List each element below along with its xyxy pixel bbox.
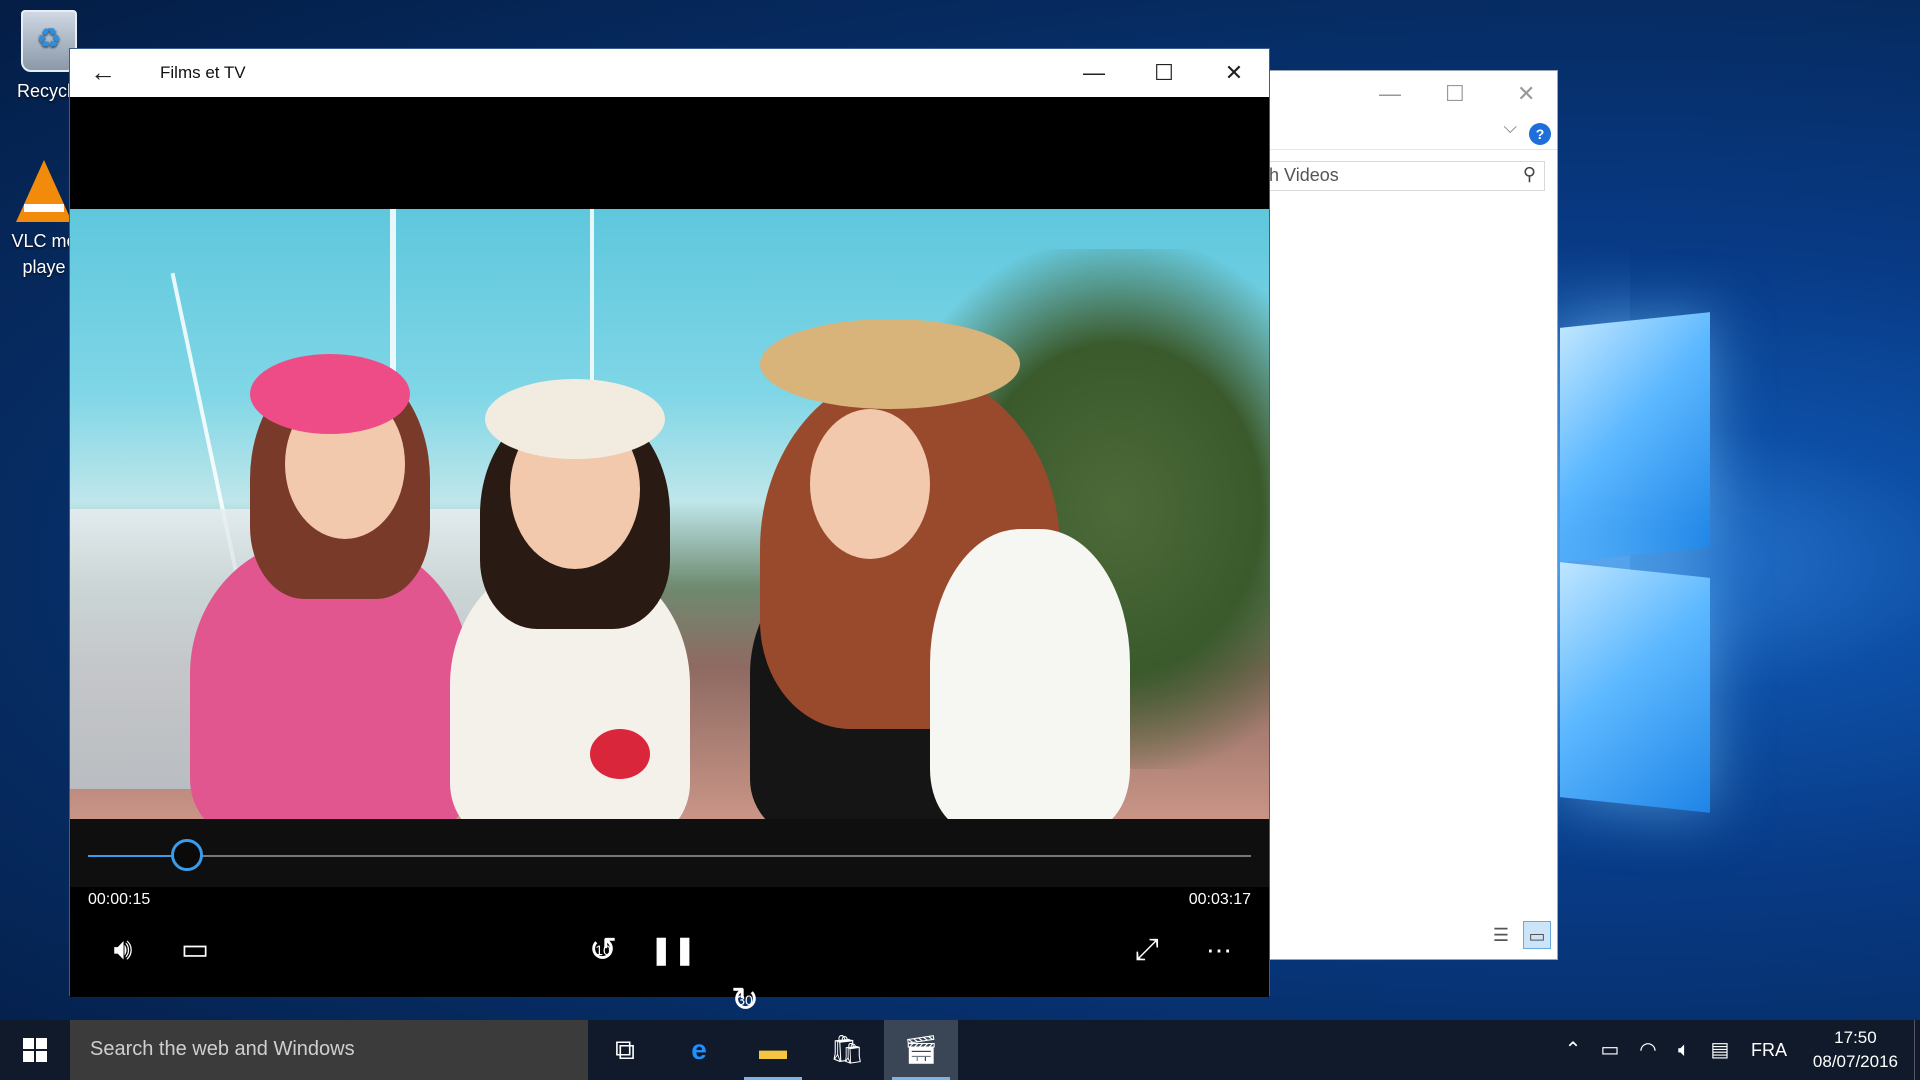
skip-back-10-icon[interactable]: ↺ 10 xyxy=(578,925,628,975)
volume-icon[interactable]: 🔊︎ xyxy=(98,925,148,975)
language-indicator[interactable]: FRA xyxy=(1744,1020,1794,1080)
volume-tray-icon[interactable]: 🔈︎ xyxy=(1666,1020,1702,1080)
clock-time: 17:50 xyxy=(1834,1028,1877,1047)
title-bar[interactable]: ← Films et TV — ☐ ✕ xyxy=(70,49,1269,97)
skip-forward-seconds: 30 xyxy=(737,992,753,1008)
explorer-maximize-button[interactable]: ☐ xyxy=(1445,81,1465,107)
taskbar: Search the web and Windows ⧉ e ▬ 🛍︎ 🎬︎ ⌃… xyxy=(0,1020,1920,1080)
skip-back-seconds: 10 xyxy=(595,942,611,958)
task-view-icon[interactable]: ⧉ xyxy=(588,1020,662,1080)
windows-logo-wallpaper xyxy=(1560,312,1920,813)
explorer-close-button[interactable]: ✕ xyxy=(1517,81,1535,107)
films-tv-window[interactable]: ← Films et TV — ☐ ✕ 00:00:15 00:03:17 🔊︎… xyxy=(69,48,1270,1019)
chevron-down-icon[interactable]: ⌵ xyxy=(1503,117,1517,138)
more-options-icon[interactable]: ⋯ xyxy=(1194,925,1244,975)
total-time: 00:03:17 xyxy=(1188,891,1251,908)
file-explorer-icon[interactable]: ▬ xyxy=(736,1020,810,1080)
explorer-minimize-button[interactable]: — xyxy=(1379,81,1401,107)
divider xyxy=(1229,149,1557,150)
wifi-icon[interactable]: ◠ xyxy=(1630,1020,1666,1080)
store-icon[interactable]: 🛍︎ xyxy=(810,1020,884,1080)
current-time: 00:00:15 xyxy=(88,891,151,908)
minimize-button[interactable]: — xyxy=(1059,49,1129,97)
back-arrow-icon[interactable]: ← xyxy=(90,57,116,88)
details-view-icon[interactable]: ☰ xyxy=(1487,921,1515,949)
films-tv-taskbar-icon[interactable]: 🎬︎ xyxy=(884,1020,958,1080)
start-button[interactable] xyxy=(0,1020,70,1080)
help-icon[interactable]: ? xyxy=(1529,123,1551,145)
subtitles-icon[interactable]: ▭ xyxy=(170,925,220,975)
explorer-search-input[interactable]: arch Videos ⚲ xyxy=(1229,161,1545,191)
edge-icon[interactable]: e xyxy=(662,1020,736,1080)
large-icons-view-icon[interactable]: ▭ xyxy=(1523,921,1551,949)
action-center-icon[interactable]: ▤ xyxy=(1702,1020,1738,1080)
person-white-dress xyxy=(930,529,1130,819)
playback-controls: 00:00:15 00:03:17 🔊︎ ▭ ↺ 10 ❚❚ ↻ 30 ⤢ ⋯ xyxy=(70,819,1269,1019)
clock[interactable]: 17:50 08/07/2016 xyxy=(1813,1026,1898,1074)
search-icon: ⚲ xyxy=(1522,164,1536,184)
maximize-button[interactable]: ☐ xyxy=(1129,49,1199,97)
file-explorer-window[interactable]: — ☐ ✕ ⌵ ? arch Videos ⚲ ☰ ▭ xyxy=(1228,70,1558,960)
battery-icon[interactable]: ▭ xyxy=(1592,1020,1628,1080)
heart-print xyxy=(590,729,650,779)
chevron-up-icon[interactable]: ⌃ xyxy=(1556,1020,1590,1080)
pause-icon[interactable]: ❚❚ xyxy=(648,925,698,975)
close-button[interactable]: ✕ xyxy=(1199,49,1269,97)
skip-forward-30-icon[interactable]: ↻ 30 xyxy=(720,975,770,1025)
window-title: Films et TV xyxy=(160,63,246,82)
taskbar-search-placeholder: Search the web and Windows xyxy=(90,1038,355,1060)
seek-bar-area xyxy=(70,819,1269,887)
seek-thumb[interactable] xyxy=(171,839,204,871)
seek-track[interactable] xyxy=(88,855,1251,857)
video-frame[interactable] xyxy=(70,209,1269,819)
show-desktop-button[interactable] xyxy=(1914,1020,1920,1080)
vlc-cone-icon xyxy=(16,160,72,222)
taskbar-search-input[interactable]: Search the web and Windows xyxy=(70,1020,588,1080)
fullscreen-icon[interactable]: ⤢ xyxy=(1122,925,1172,975)
clock-date: 08/07/2016 xyxy=(1812,1052,1898,1071)
